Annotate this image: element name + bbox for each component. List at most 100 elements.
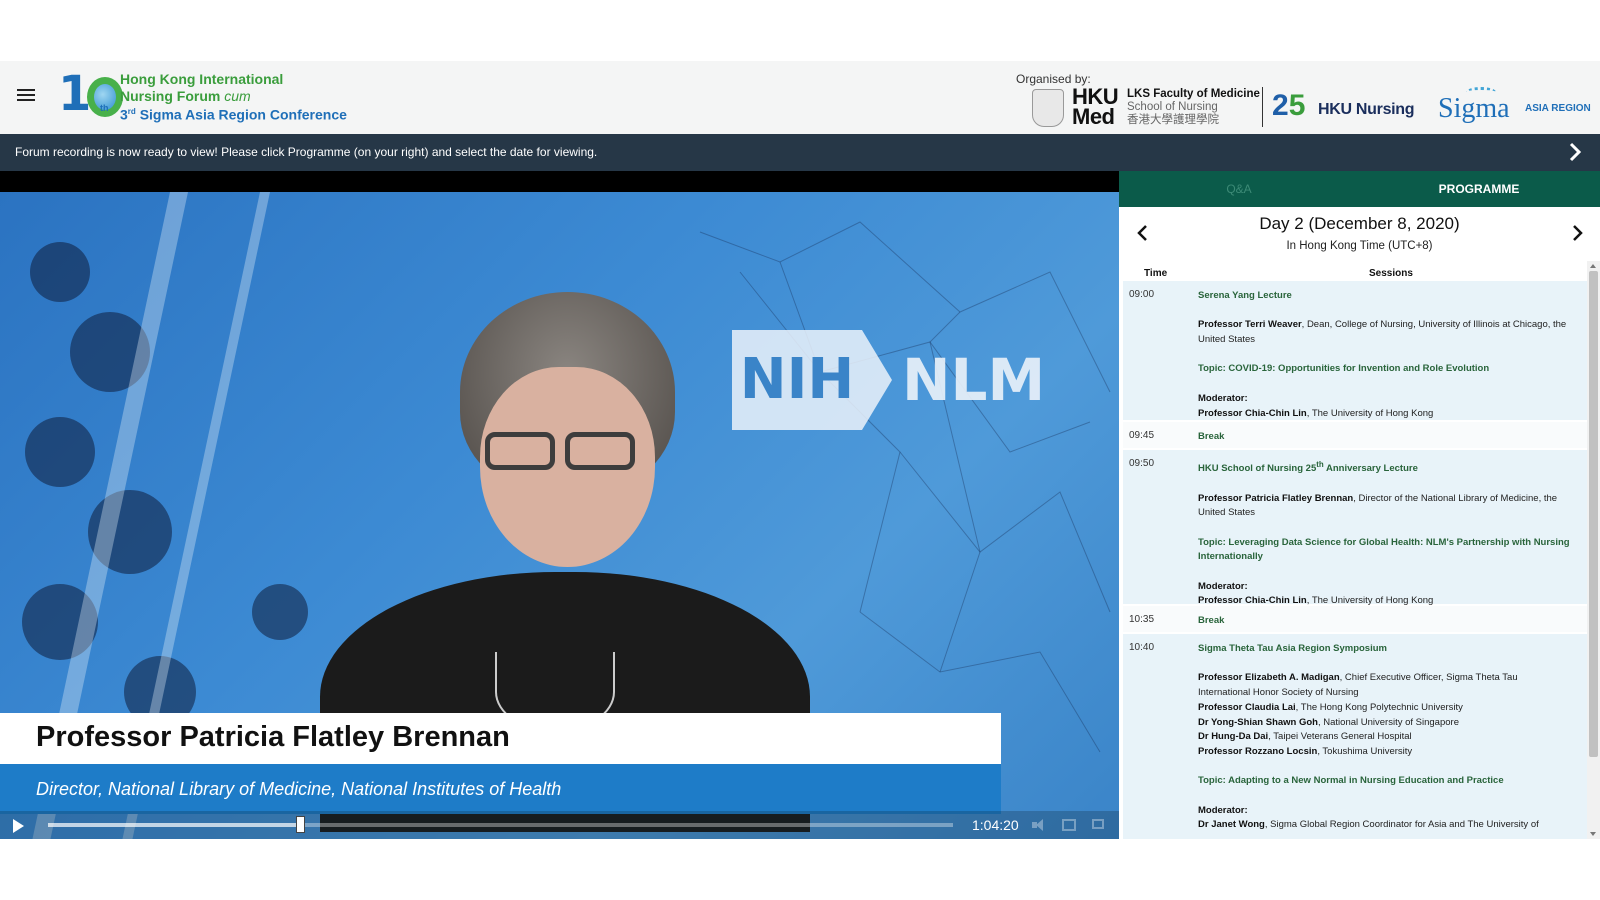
- schedule-scrollbar[interactable]: [1587, 261, 1600, 839]
- glasses-left: [485, 432, 555, 470]
- session-title-text: HKU School of Nursing 25: [1198, 463, 1317, 475]
- speaker-name: Professor Elizabeth A. Madigan: [1198, 672, 1340, 684]
- row-sessions: Break: [1198, 614, 1570, 629]
- schedule-row: 09:50 HKU School of Nursing 25th Anniver…: [1123, 450, 1589, 606]
- session-title: Break: [1198, 431, 1225, 442]
- schedule-row: 10:35 Break: [1123, 606, 1589, 632]
- speaker-name: Dr Hung-Da Dai: [1198, 731, 1269, 743]
- logo-line-3: 3rd Sigma Asia Region Conference: [120, 104, 347, 123]
- row-sessions: HKU School of Nursing 25th Anniversary L…: [1198, 458, 1570, 609]
- session-title-sup: th: [1316, 460, 1324, 469]
- volume-icon[interactable]: [1032, 819, 1046, 831]
- speaker-name: Dr Yong-Shian Shawn Goh: [1198, 716, 1318, 728]
- logo-text: Hong Kong International Nursing Forum cu…: [120, 71, 347, 123]
- chevron-right-icon[interactable]: [1565, 141, 1585, 163]
- logo-line-1: Hong Kong International: [120, 71, 284, 87]
- seek-bar-played: [48, 823, 302, 827]
- session-title: Break: [1198, 615, 1225, 626]
- session-topic: Topic: COVID-19: Opportunities for Inven…: [1198, 363, 1490, 375]
- moderator-affiliation: , The University of Hong Kong: [1306, 407, 1434, 419]
- picture-in-picture-icon[interactable]: [1062, 819, 1076, 831]
- divider: [1262, 87, 1263, 127]
- schedule-row: 09:45 Break: [1123, 422, 1589, 448]
- tab-qa[interactable]: Q&A: [1119, 171, 1359, 207]
- session-title-rest: Anniversary Lecture: [1323, 463, 1418, 475]
- chevron-right-icon[interactable]: [1571, 223, 1585, 243]
- session-title: HKU School of Nursing 25th Anniversary L…: [1198, 458, 1570, 477]
- row-time: 09:00: [1129, 289, 1155, 300]
- row-sessions: Serena Yang Lecture Professor Terri Weav…: [1198, 289, 1570, 421]
- moderator-affiliation: , The University of Hong Kong: [1306, 595, 1434, 607]
- lower-third-name: Professor Patricia Flatley Brennan: [0, 713, 1001, 764]
- schedule-row: 09:00 Serena Yang Lecture Professor Terr…: [1123, 281, 1589, 420]
- row-time: 10:40: [1129, 642, 1155, 653]
- scroll-up-icon[interactable]: [1590, 264, 1596, 268]
- hamburger-icon[interactable]: [17, 88, 35, 102]
- row-sessions: Break: [1198, 430, 1570, 445]
- asia-region-label: ASIA REGION: [1525, 103, 1591, 114]
- lks-line-1: LKS Faculty of Medicine: [1127, 88, 1260, 100]
- speaker-name: Professor Patricia Flatley Brennan: [1198, 492, 1354, 504]
- lks-faculty-logo[interactable]: LKS Faculty of Medicine School of Nursin…: [1127, 88, 1260, 127]
- speaker-title: Director, National Library of Medicine, …: [36, 779, 562, 799]
- hku-nursing-logo[interactable]: HKU Nursing: [1318, 101, 1415, 119]
- play-icon[interactable]: [13, 819, 24, 833]
- session-topic: Topic: Adapting to a New Normal in Nursi…: [1198, 775, 1504, 787]
- speaker-affiliation: , The Hong Kong Polytechnic University: [1295, 701, 1463, 713]
- elapsed-time: 1:04:20: [972, 817, 1019, 833]
- forum-logo[interactable]: 1 th Hong Kong International Nursing For…: [58, 69, 358, 125]
- notice-text: Forum recording is now ready to view! Pl…: [15, 145, 598, 159]
- row-time: 10:35: [1129, 614, 1155, 625]
- scrollbar-thumb[interactable]: [1589, 271, 1598, 757]
- speaker-name: Professor Patricia Flatley Brennan: [36, 721, 510, 753]
- logo-25-five: 5: [1288, 89, 1306, 122]
- panel-tabs: Q&A PROGRAMME: [1119, 171, 1600, 207]
- speaker-affiliation: , Taipei Veterans General Hospital: [1268, 731, 1412, 743]
- lks-line-2: School of Nursing: [1127, 101, 1218, 113]
- video-frame[interactable]: NIH NLM Professor Patricia Flatley Brenn…: [0, 192, 1119, 839]
- glasses-right: [565, 432, 635, 470]
- nlm-text: NLM: [902, 346, 1046, 414]
- speaker-name: Professor Rozzano Locsin: [1198, 745, 1318, 757]
- speaker-name: Professor Terri Weaver: [1198, 319, 1302, 331]
- video-player[interactable]: NIH NLM Professor Patricia Flatley Brenn…: [0, 171, 1119, 839]
- session-title: Serena Yang Lecture: [1198, 290, 1292, 301]
- column-header-time: Time: [1144, 268, 1168, 279]
- moderator-label: Moderator:: [1198, 392, 1248, 404]
- logo-line-2: Nursing Forum cum: [120, 88, 347, 105]
- speaker-affiliation: , National University of Singapore: [1317, 716, 1459, 728]
- logo-line-3-sup: rd: [127, 107, 136, 116]
- logo-line-2-italic: cum: [224, 87, 251, 104]
- fullscreen-icon[interactable]: [1092, 819, 1104, 829]
- sigma-logo[interactable]: Sigma: [1438, 93, 1510, 125]
- logo-25-two: 2: [1272, 89, 1289, 122]
- site-header: 1 th Hong Kong International Nursing For…: [0, 61, 1600, 134]
- logo-ten-mark: 1: [58, 69, 124, 119]
- tab-programme[interactable]: PROGRAMME: [1359, 171, 1599, 207]
- hku-crest-icon: [1032, 89, 1064, 127]
- schedule-list[interactable]: 09:00 Serena Yang Lecture Professor Terr…: [1119, 281, 1589, 839]
- seek-handle[interactable]: [296, 816, 306, 833]
- hku-med-logo[interactable]: HKU Med: [1072, 86, 1124, 128]
- logo-line-2-text: Nursing Forum: [120, 87, 221, 104]
- row-sessions: Sigma Theta Tau Asia Region Symposium Pr…: [1198, 642, 1570, 833]
- moderator-affiliation: , Sigma Global Region Coordinator for As…: [1264, 819, 1539, 831]
- column-header-sessions: Sessions: [1369, 268, 1413, 279]
- notice-bar: Forum recording is now ready to view! Pl…: [0, 134, 1600, 171]
- 25-years-logo[interactable]: 25: [1272, 89, 1305, 123]
- logo-line-3-num: 3: [120, 106, 128, 123]
- programme-panel: Q&A PROGRAMME Day 2 (December 8, 2020) I…: [1119, 171, 1600, 839]
- seek-bar[interactable]: [48, 823, 953, 827]
- scroll-down-icon[interactable]: [1590, 832, 1596, 836]
- logo-line-3-text: Sigma Asia Region Conference: [139, 106, 347, 123]
- session-topic: Topic: Leveraging Data Science for Globa…: [1198, 536, 1570, 563]
- moderator-name: Dr Janet Wong: [1198, 819, 1265, 831]
- row-time: 09:45: [1129, 430, 1155, 441]
- nih-chevron: [862, 330, 892, 430]
- moderator-name: Professor Chia-Chin Lin: [1198, 407, 1307, 419]
- lower-third-title: Director, National Library of Medicine, …: [0, 764, 1001, 814]
- session-title: Sigma Theta Tau Asia Region Symposium: [1198, 643, 1387, 654]
- lks-line-3: 香港大學護理學院: [1127, 114, 1219, 126]
- schedule-row: 10:40 Sigma Theta Tau Asia Region Sympos…: [1123, 634, 1589, 839]
- moderator-label: Moderator:: [1198, 580, 1248, 592]
